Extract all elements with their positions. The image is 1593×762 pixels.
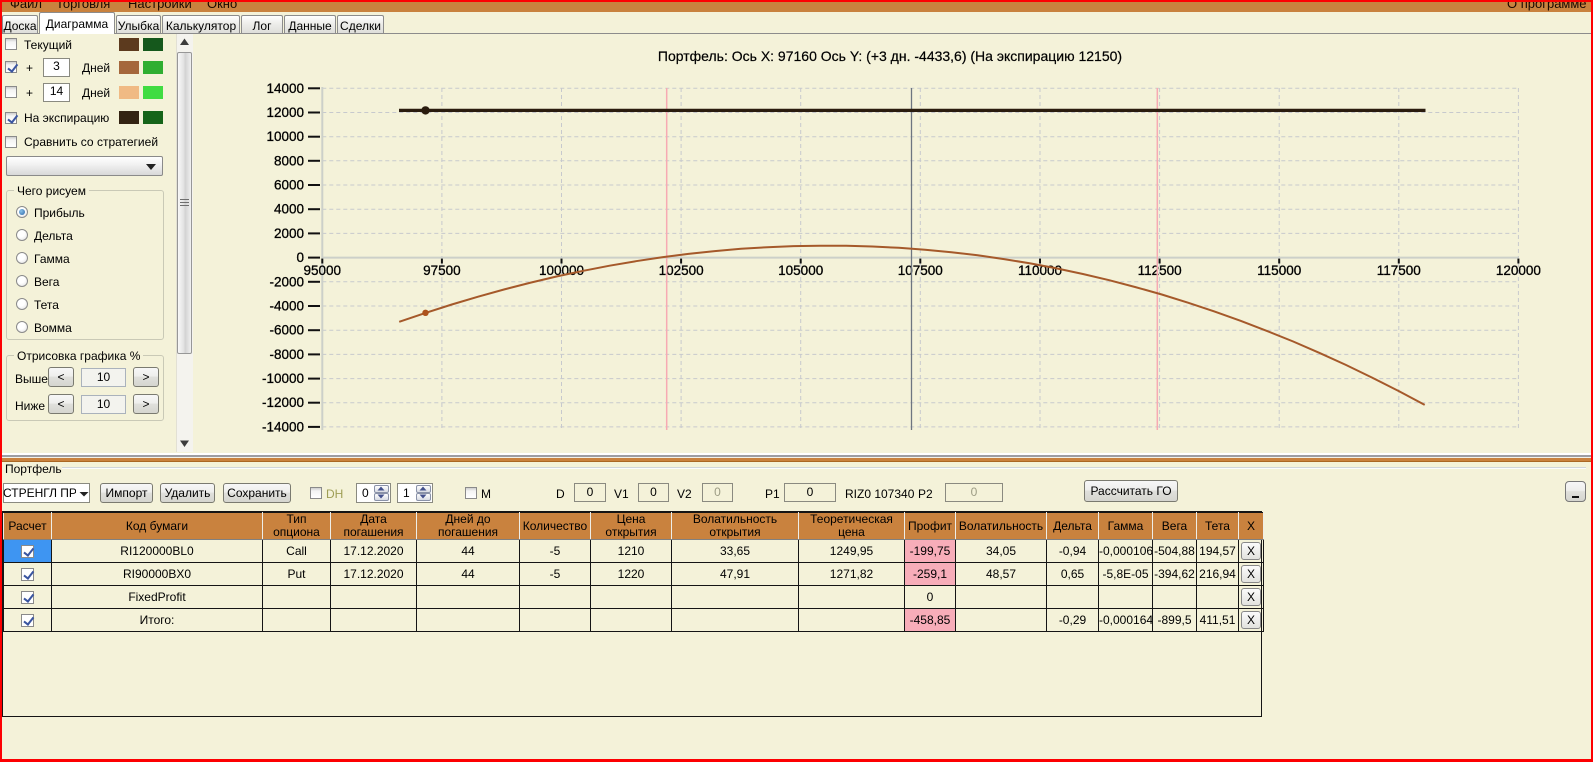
svg-text:120000: 120000: [1496, 263, 1541, 278]
svg-text:-4000: -4000: [269, 299, 304, 314]
svg-text:115000: 115000: [1257, 263, 1301, 278]
svg-text:-12000: -12000: [262, 395, 304, 410]
svg-text:97500: 97500: [423, 263, 461, 278]
svg-text:12000: 12000: [266, 105, 304, 120]
svg-text:-8000: -8000: [269, 347, 304, 362]
svg-text:107500: 107500: [898, 263, 943, 278]
svg-text:10000: 10000: [266, 129, 304, 144]
svg-text:105000: 105000: [778, 263, 823, 278]
svg-text:112500: 112500: [1138, 263, 1182, 278]
svg-text:-10000: -10000: [262, 371, 304, 386]
svg-text:8000: 8000: [274, 153, 304, 168]
svg-text:Портфель: Ось X: 97160 Ось Y:: Портфель: Ось X: 97160 Ось Y: (+3 дн. -4…: [658, 48, 1122, 64]
svg-text:4000: 4000: [274, 202, 304, 217]
svg-text:6000: 6000: [274, 178, 304, 193]
svg-text:102500: 102500: [659, 263, 704, 278]
svg-text:117500: 117500: [1377, 263, 1421, 278]
svg-text:-6000: -6000: [269, 323, 304, 338]
svg-text:95000: 95000: [304, 263, 342, 278]
svg-text:14000: 14000: [266, 81, 304, 96]
svg-text:-2000: -2000: [269, 274, 304, 289]
svg-text:2000: 2000: [274, 226, 304, 241]
svg-text:-14000: -14000: [262, 419, 304, 434]
